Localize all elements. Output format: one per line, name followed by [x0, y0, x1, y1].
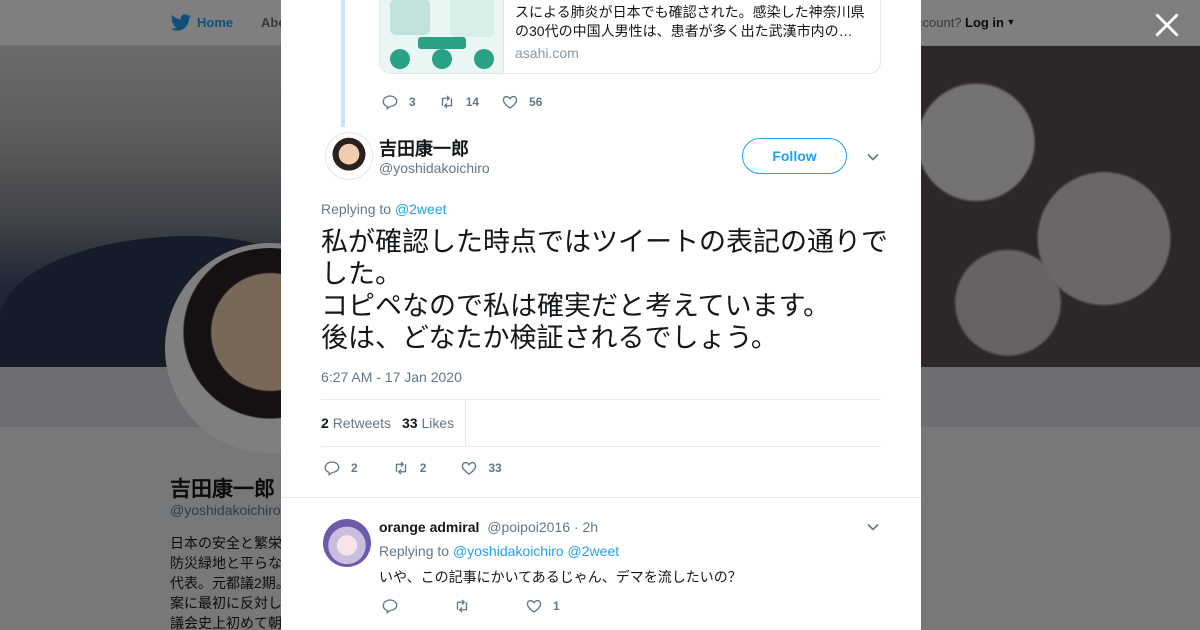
likes-label: Likes [421, 415, 455, 431]
reply-mention-link[interactable]: @yoshidakoichiro [453, 543, 564, 559]
heart-icon [526, 599, 542, 613]
thread-connector-line [341, 0, 345, 127]
reply-author-handle[interactable]: @poipoi2016 [487, 519, 570, 535]
reply-button[interactable] [381, 597, 409, 615]
reply-actions: 1 [381, 597, 580, 615]
reply-author-name[interactable]: orange admiral [379, 519, 479, 535]
close-icon[interactable] [1154, 12, 1180, 38]
reply-author-avatar[interactable] [323, 519, 371, 567]
card-illustration [390, 0, 494, 69]
parent-tweet-actions: 3 14 56 [381, 93, 562, 111]
reply-text: いや、この記事にかいてあるじゃん、デマを流したいの？ [379, 569, 742, 585]
author-name[interactable]: 吉田康一郎 [379, 135, 469, 161]
retweet-icon [441, 95, 452, 109]
retweet-button[interactable]: 14 [438, 93, 479, 111]
replying-to-link[interactable]: @2weet [395, 201, 447, 217]
tweet-text: 私が確認した時点ではツイートの表記の通りでした。 コピペなので私は確実だと考えて… [321, 227, 888, 353]
retweet-icon [395, 461, 406, 475]
reply-time[interactable]: · 2h [574, 519, 598, 535]
retweet-count: 2 [419, 461, 427, 475]
retweet-icon [456, 599, 468, 613]
reply-count: 3 [409, 95, 416, 109]
retweets-label: Retweets [332, 415, 392, 431]
retweets-stat[interactable]: 2 Retweets [321, 415, 391, 431]
reply-icon [324, 461, 340, 477]
reply-button[interactable]: 2 [323, 459, 358, 477]
chevron-down-icon[interactable] [865, 519, 881, 535]
like-count: 56 [529, 95, 543, 109]
reply-header: orange admiral @poipoi2016 · 2h [379, 519, 598, 535]
card-domain: asahi.com [515, 45, 579, 61]
reply-count: 2 [351, 461, 358, 475]
section-divider [281, 497, 921, 498]
author-avatar[interactable] [325, 132, 373, 180]
stats-divider [465, 400, 466, 446]
reply-replying-to: Replying to @yoshidakoichiro @2weet [379, 543, 619, 559]
reply-button[interactable]: 3 [381, 93, 416, 111]
like-button[interactable]: 33 [460, 459, 502, 477]
reply-icon [382, 95, 398, 111]
reply-replying-prefix: Replying to [379, 543, 450, 559]
tweet-permalink-modal: スによる肺炎が日本でも確認された。感染した神奈川県の30代の中国人男性は、患者が… [281, 0, 921, 630]
author-handle[interactable]: @yoshidakoichiro [379, 160, 490, 176]
like-button[interactable]: 56 [501, 93, 542, 111]
replying-to: Replying to @2weet [321, 201, 447, 217]
like-count: 1 [553, 599, 560, 613]
retweet-count: 14 [465, 95, 480, 109]
retweets-count: 2 [321, 415, 329, 431]
card-thumbnail [380, 0, 504, 73]
retweet-button[interactable] [453, 597, 481, 615]
tweet-timestamp[interactable]: 6:27 AM - 17 Jan 2020 [321, 369, 462, 385]
quoted-link-card[interactable]: スによる肺炎が日本でも確認された。感染した神奈川県の30代の中国人男性は、患者が… [379, 0, 881, 74]
tweet-stats: 2 Retweets 33 Likes [321, 399, 881, 447]
likes-stat[interactable]: 33 Likes [402, 415, 454, 431]
likes-count: 33 [402, 415, 418, 431]
replying-to-prefix: Replying to [321, 201, 392, 217]
card-title: スによる肺炎が日本でも確認された。感染した神奈川県の30代の中国人男性は、患者が… [515, 4, 865, 39]
heart-icon [502, 95, 518, 109]
tweet-actions: 2 2 33 [323, 459, 522, 477]
follow-button[interactable]: Follow [742, 138, 847, 174]
like-count: 33 [488, 461, 502, 475]
like-button[interactable]: 1 [525, 597, 560, 615]
chevron-down-icon[interactable] [865, 149, 881, 165]
reply-mention-link[interactable]: @2weet [568, 543, 620, 559]
retweet-button[interactable]: 2 [392, 459, 427, 477]
reply-icon [382, 599, 398, 615]
heart-icon [462, 461, 477, 475]
